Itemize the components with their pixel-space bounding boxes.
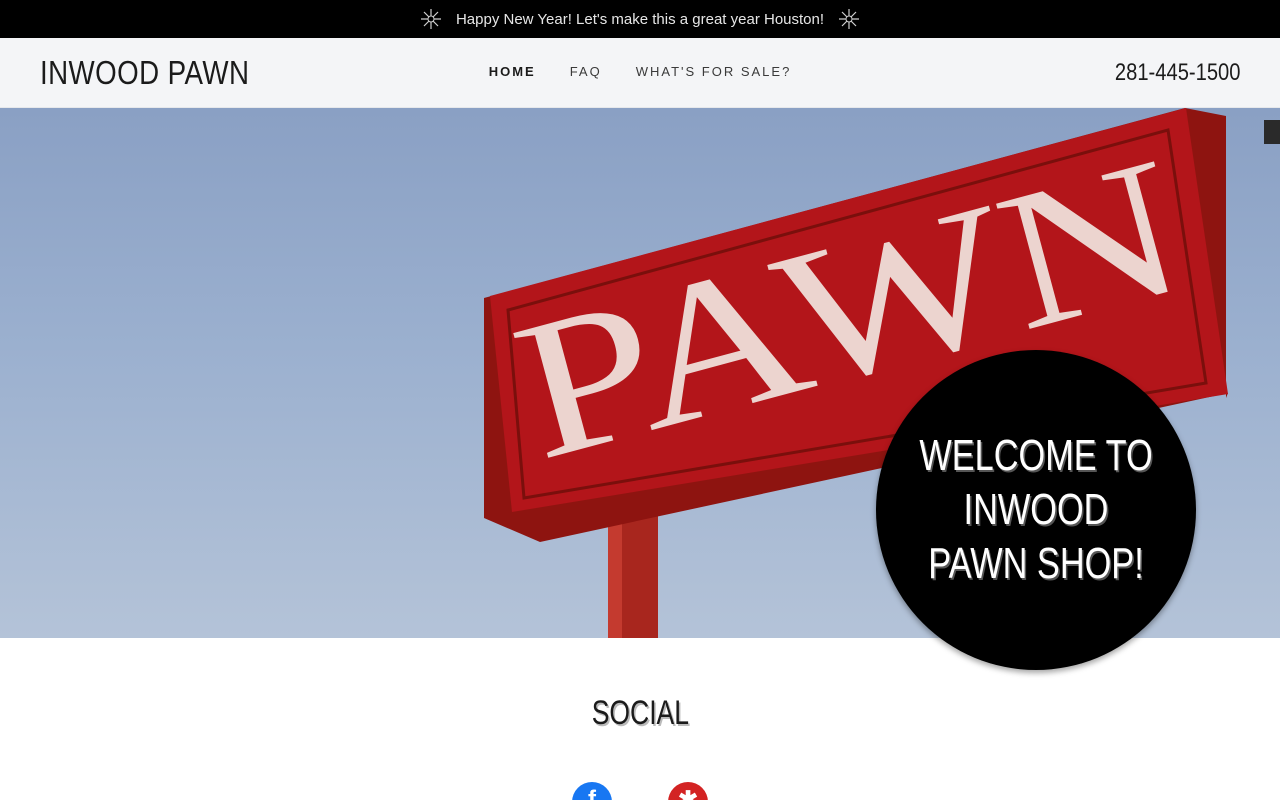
nav-faq[interactable]: FAQ	[570, 64, 602, 79]
fireworks-icon	[420, 9, 441, 29]
announcement-text: Happy New Year! Let's make this a great …	[455, 10, 825, 28]
welcome-text: WELCOME TO INWOOD PAWN SHOP!	[919, 431, 1153, 588]
welcome-badge: WELCOME TO INWOOD PAWN SHOP!	[876, 350, 1196, 670]
main-nav: HOME FAQ WHAT'S FOR SALE?	[0, 64, 1280, 79]
social-heading: SOCIAL	[0, 694, 1280, 733]
yelp-icon[interactable]: ✱	[668, 782, 708, 800]
phone-number[interactable]: 281-445-1500	[1114, 58, 1240, 88]
social-heading-text: SOCIAL	[591, 694, 689, 732]
facebook-icon[interactable]: f	[572, 782, 612, 800]
announcement-bar: Happy New Year! Let's make this a great …	[0, 0, 1280, 38]
fireworks-icon	[839, 9, 860, 29]
nav-home[interactable]: HOME	[489, 64, 536, 79]
site-header: INWOOD PAWN HOME FAQ WHAT'S FOR SALE? 28…	[0, 38, 1280, 108]
nav-whats-for-sale[interactable]: WHAT'S FOR SALE?	[636, 64, 792, 79]
